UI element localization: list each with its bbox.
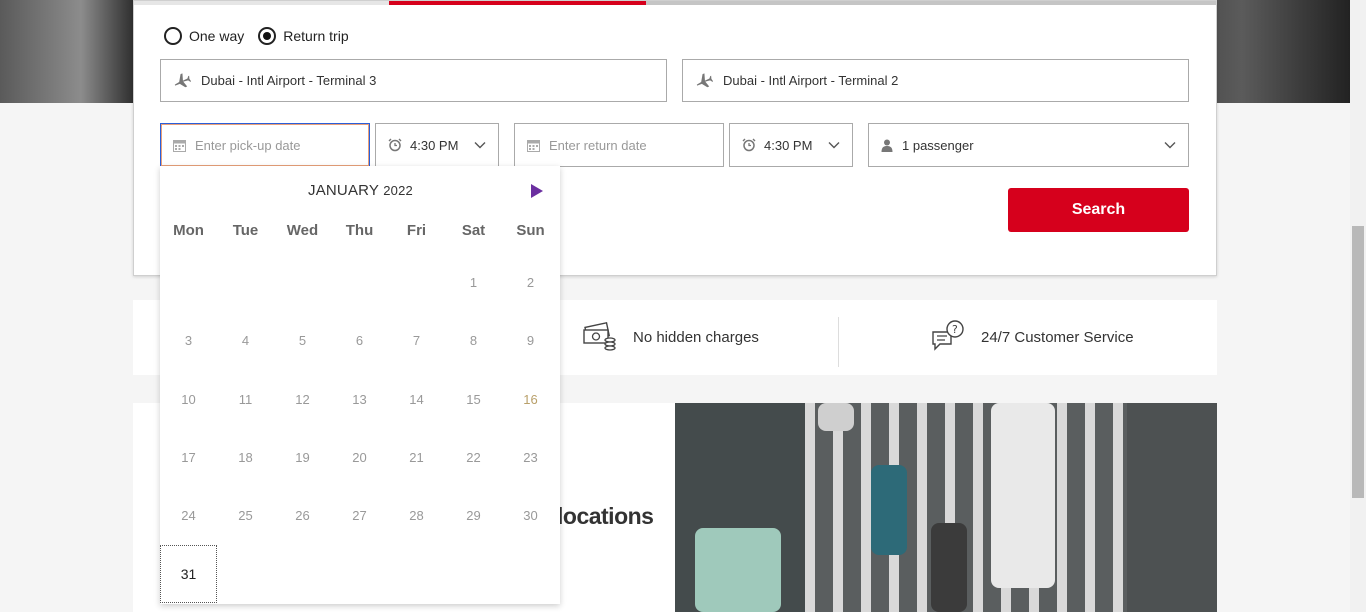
svg-text:?: ? <box>952 323 958 336</box>
calendar-day[interactable]: 15 <box>445 370 502 428</box>
person-icon <box>881 139 893 152</box>
weekday-label: Mon <box>173 222 204 239</box>
passengers-value: 1 passenger <box>902 137 974 153</box>
weekday-label: Sat <box>461 222 486 239</box>
calendar-icon <box>527 139 540 152</box>
triangle-right-icon[interactable] <box>530 183 544 204</box>
calendar-day[interactable]: 19 <box>274 428 331 486</box>
return-date-input[interactable]: Enter return date <box>514 123 724 167</box>
passengers-select[interactable]: 1 passenger <box>868 123 1189 167</box>
page: One way Return trip Dubai - Intl Airport… <box>0 0 1366 612</box>
airplane-icon <box>173 72 191 89</box>
pickup-date-input[interactable]: Enter pick-up date <box>160 123 370 167</box>
calendar-day[interactable]: 10 <box>160 370 217 428</box>
return-date-placeholder: Enter return date <box>549 137 647 153</box>
date-picker-popup: JANUARY 2022 Mon Tue Wed Thu Fri Sat Sun 12345… <box>160 166 560 604</box>
calendar-day[interactable]: 5 <box>274 311 331 369</box>
pickup-time-value: 4:30 PM <box>410 137 459 153</box>
feature-customer-service: ? 24/7 Customer Service <box>931 300 1134 375</box>
airplane-icon <box>695 72 713 89</box>
photo-region <box>1127 403 1217 612</box>
alarm-clock-icon <box>742 138 756 152</box>
calendar-day[interactable]: 9 <box>502 311 559 369</box>
feature-label: No hidden charges <box>633 329 759 346</box>
trip-type-group: One way Return trip <box>164 27 353 45</box>
dropoff-location-field[interactable]: Dubai - Intl Airport - Terminal 2 <box>682 59 1189 102</box>
radio-on-icon <box>258 27 277 45</box>
return-time-value: 4:30 PM <box>764 137 813 153</box>
calendar-day[interactable]: 18 <box>217 428 274 486</box>
calendar-year: 2022 <box>383 183 413 198</box>
calendar-day[interactable]: 13 <box>331 370 388 428</box>
photo-bus <box>991 403 1055 588</box>
return-time-select[interactable]: 4:30 PM <box>729 123 853 167</box>
one-way-label: One way <box>189 28 245 44</box>
section-heading: locations <box>557 503 654 529</box>
photo-bus <box>695 528 781 612</box>
calendar-day[interactable]: 21 <box>388 428 445 486</box>
calendar-day[interactable]: 30 <box>502 486 559 544</box>
calendar-day[interactable]: 31 <box>160 545 217 603</box>
return-trip-radio[interactable]: Return trip <box>258 27 349 45</box>
dropoff-location-value: Dubai - Intl Airport - Terminal 2 <box>723 73 899 88</box>
calendar-day[interactable]: 11 <box>217 370 274 428</box>
street-photo <box>675 403 1217 612</box>
chevron-down-icon <box>828 141 840 149</box>
calendar-day[interactable]: 23 <box>502 428 559 486</box>
photo-car <box>931 523 967 612</box>
calendar-day[interactable]: 26 <box>274 486 331 544</box>
pickup-time-select[interactable]: 4:30 PM <box>375 123 499 167</box>
calendar-day[interactable]: 17 <box>160 428 217 486</box>
search-button[interactable]: Search <box>1008 188 1189 232</box>
calendar-day[interactable]: 27 <box>331 486 388 544</box>
calendar-day[interactable]: 4 <box>217 311 274 369</box>
weekday-label: Thu <box>345 222 374 239</box>
calendar-day[interactable]: 8 <box>445 311 502 369</box>
feature-label: 24/7 Customer Service <box>981 329 1134 346</box>
weekday-label: Sun <box>516 222 545 239</box>
pickup-date-placeholder: Enter pick-up date <box>195 137 301 153</box>
calendar-day[interactable]: 14 <box>388 370 445 428</box>
calendar-header: JANUARY 2022 <box>160 180 560 202</box>
calendar-month: JANUARY <box>308 182 379 199</box>
calendar-day[interactable]: 20 <box>331 428 388 486</box>
weekday-label: Fri <box>406 222 427 239</box>
radio-off-icon <box>164 27 182 45</box>
calendar-icon <box>173 139 186 152</box>
alarm-clock-icon <box>388 138 402 152</box>
scrollbar-thumb[interactable] <box>1352 226 1364 498</box>
calendar-day[interactable]: 22 <box>445 428 502 486</box>
calendar-day[interactable]: 28 <box>388 486 445 544</box>
weekday-label: Tue <box>232 222 259 239</box>
return-trip-label: Return trip <box>283 28 349 44</box>
photo-car <box>871 465 907 555</box>
calendar-day[interactable]: 16 <box>502 370 559 428</box>
chevron-down-icon <box>474 141 486 149</box>
chevron-down-icon <box>1164 141 1176 149</box>
feature-no-hidden-charges: No hidden charges <box>583 300 759 375</box>
calendar-day[interactable]: 24 <box>160 486 217 544</box>
one-way-radio[interactable]: One way <box>164 27 244 45</box>
calendar-day[interactable]: 6 <box>331 311 388 369</box>
tab-indicator <box>646 1 1216 5</box>
calendar-day[interactable]: 7 <box>388 311 445 369</box>
money-stack-icon <box>583 321 617 355</box>
calendar-day[interactable]: 1 <box>445 253 502 311</box>
calendar-day[interactable]: 2 <box>502 253 559 311</box>
calendar-title: JANUARY 2022 <box>308 182 413 199</box>
active-tab-indicator <box>389 1 646 5</box>
calendar-day[interactable]: 25 <box>217 486 274 544</box>
chat-question-icon: ? <box>931 319 965 356</box>
calendar-day[interactable]: 29 <box>445 486 502 544</box>
pickup-location-field[interactable]: Dubai - Intl Airport - Terminal 3 <box>160 59 667 102</box>
scrollbar[interactable] <box>1350 0 1366 612</box>
photo-car <box>818 403 854 431</box>
tab-indicator <box>134 1 389 5</box>
divider <box>838 317 839 367</box>
calendar-day[interactable]: 3 <box>160 311 217 369</box>
pickup-location-value: Dubai - Intl Airport - Terminal 3 <box>201 73 377 88</box>
weekday-label: Wed <box>286 222 319 239</box>
calendar-day[interactable]: 12 <box>274 370 331 428</box>
